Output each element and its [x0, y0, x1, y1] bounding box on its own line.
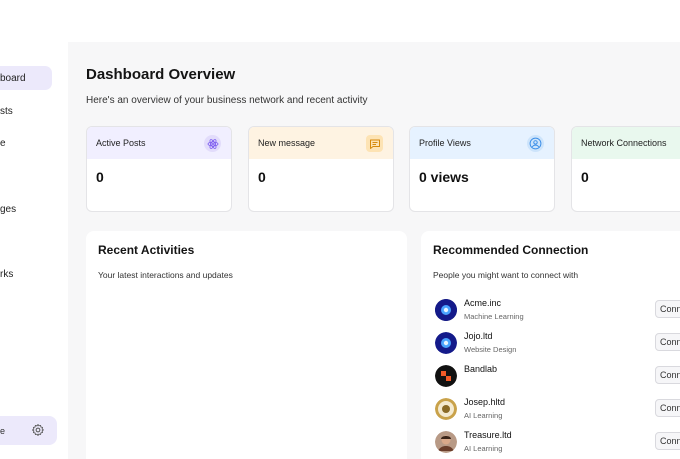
- stat-label: Profile Views: [419, 138, 471, 148]
- page-subtitle: Here's an overview of your business netw…: [86, 95, 368, 106]
- stat-card-profile-views[interactable]: Profile Views 0 views: [409, 126, 555, 212]
- avatar: [435, 431, 457, 453]
- sidebar-item-label: e: [0, 137, 6, 149]
- connection-item: Treasure.ltd AI Learning Connect: [435, 428, 680, 456]
- connection-name: Bandlab: [464, 364, 498, 374]
- connection-item: Bandlab Connect: [435, 362, 680, 390]
- card-subtitle: Your latest interactions and updates: [98, 270, 233, 280]
- avatar: [435, 398, 457, 420]
- sidebar-item-networks[interactable]: rks: [0, 262, 13, 286]
- stat-label: Active Posts: [96, 138, 146, 148]
- sidebar-item-label: rks: [0, 268, 14, 280]
- connect-button[interactable]: Connect: [655, 399, 680, 417]
- user-circle-icon: [527, 135, 544, 152]
- card-title: Recommended Connection: [433, 243, 589, 257]
- connect-button[interactable]: Connect: [655, 300, 680, 318]
- connect-button[interactable]: Connect: [655, 333, 680, 351]
- message-icon: [366, 135, 383, 152]
- gear-icon[interactable]: [31, 423, 45, 437]
- top-bar: [0, 0, 680, 42]
- sidebar-item-posts[interactable]: sts: [0, 99, 13, 123]
- connection-name: Jojo.ltd: [464, 331, 493, 341]
- main-content: Dashboard Overview Here's an overview of…: [68, 42, 680, 459]
- sidebar: board sts e ges rks e: [0, 42, 68, 459]
- connection-role: Website Design: [464, 345, 517, 354]
- stat-card-active-posts[interactable]: Active Posts 0: [86, 126, 232, 212]
- connection-role: AI Learning: [464, 444, 503, 453]
- stat-label: New message: [258, 138, 316, 148]
- sidebar-item-label: sts: [0, 105, 13, 117]
- connection-name: Treasure.ltd: [464, 430, 512, 440]
- card-subtitle: People you might want to connect with: [433, 270, 579, 280]
- connection-item: Josep.hltd AI Learning Connect: [435, 395, 680, 423]
- sidebar-item-profile[interactable]: e: [0, 131, 6, 155]
- sidebar-item-label: ges: [0, 203, 17, 215]
- stat-value: 0: [96, 169, 104, 185]
- sidebar-item-label: board: [0, 72, 26, 84]
- connection-name: Josep.hltd: [464, 397, 506, 407]
- avatar: [435, 332, 457, 354]
- recommended-connection-card: Recommended Connection People you might …: [421, 231, 680, 459]
- stat-value: 0 views: [419, 169, 469, 185]
- connection-role: AI Learning: [464, 411, 503, 420]
- stat-label: Network Connections: [581, 138, 667, 148]
- card-title: Recent Activities: [98, 243, 195, 257]
- connection-item: Jojo.ltd Website Design Connect: [435, 329, 680, 357]
- connection-name: Acme.inc: [464, 298, 502, 308]
- stat-card-header: Active Posts: [87, 127, 231, 159]
- sidebar-item-messages[interactable]: ges: [0, 197, 16, 221]
- stat-card-header: Profile Views: [410, 127, 554, 159]
- sidebar-item-dashboard[interactable]: board: [0, 66, 52, 90]
- sidebar-profile-label: e: [0, 425, 6, 436]
- stat-value: 0: [581, 169, 589, 185]
- connect-button[interactable]: Connect: [655, 432, 680, 450]
- connection-role: Machine Learning: [464, 312, 524, 321]
- stat-card-header: Network Connections: [572, 127, 680, 159]
- connection-item: Acme.inc Machine Learning Connect: [435, 296, 680, 324]
- sidebar-profile[interactable]: e: [0, 416, 57, 445]
- stat-card-network-connections[interactable]: Network Connections 0: [571, 126, 680, 212]
- connect-button[interactable]: Connect: [655, 366, 680, 384]
- recent-activities-card: Recent Activities Your latest interactio…: [86, 231, 407, 459]
- avatar: [435, 299, 457, 321]
- atom-icon: [204, 135, 221, 152]
- stat-card-new-message[interactable]: New message 0: [248, 126, 394, 212]
- stat-card-header: New message: [249, 127, 393, 159]
- avatar: [435, 365, 457, 387]
- stat-value: 0: [258, 169, 266, 185]
- page-title: Dashboard Overview: [86, 66, 236, 83]
